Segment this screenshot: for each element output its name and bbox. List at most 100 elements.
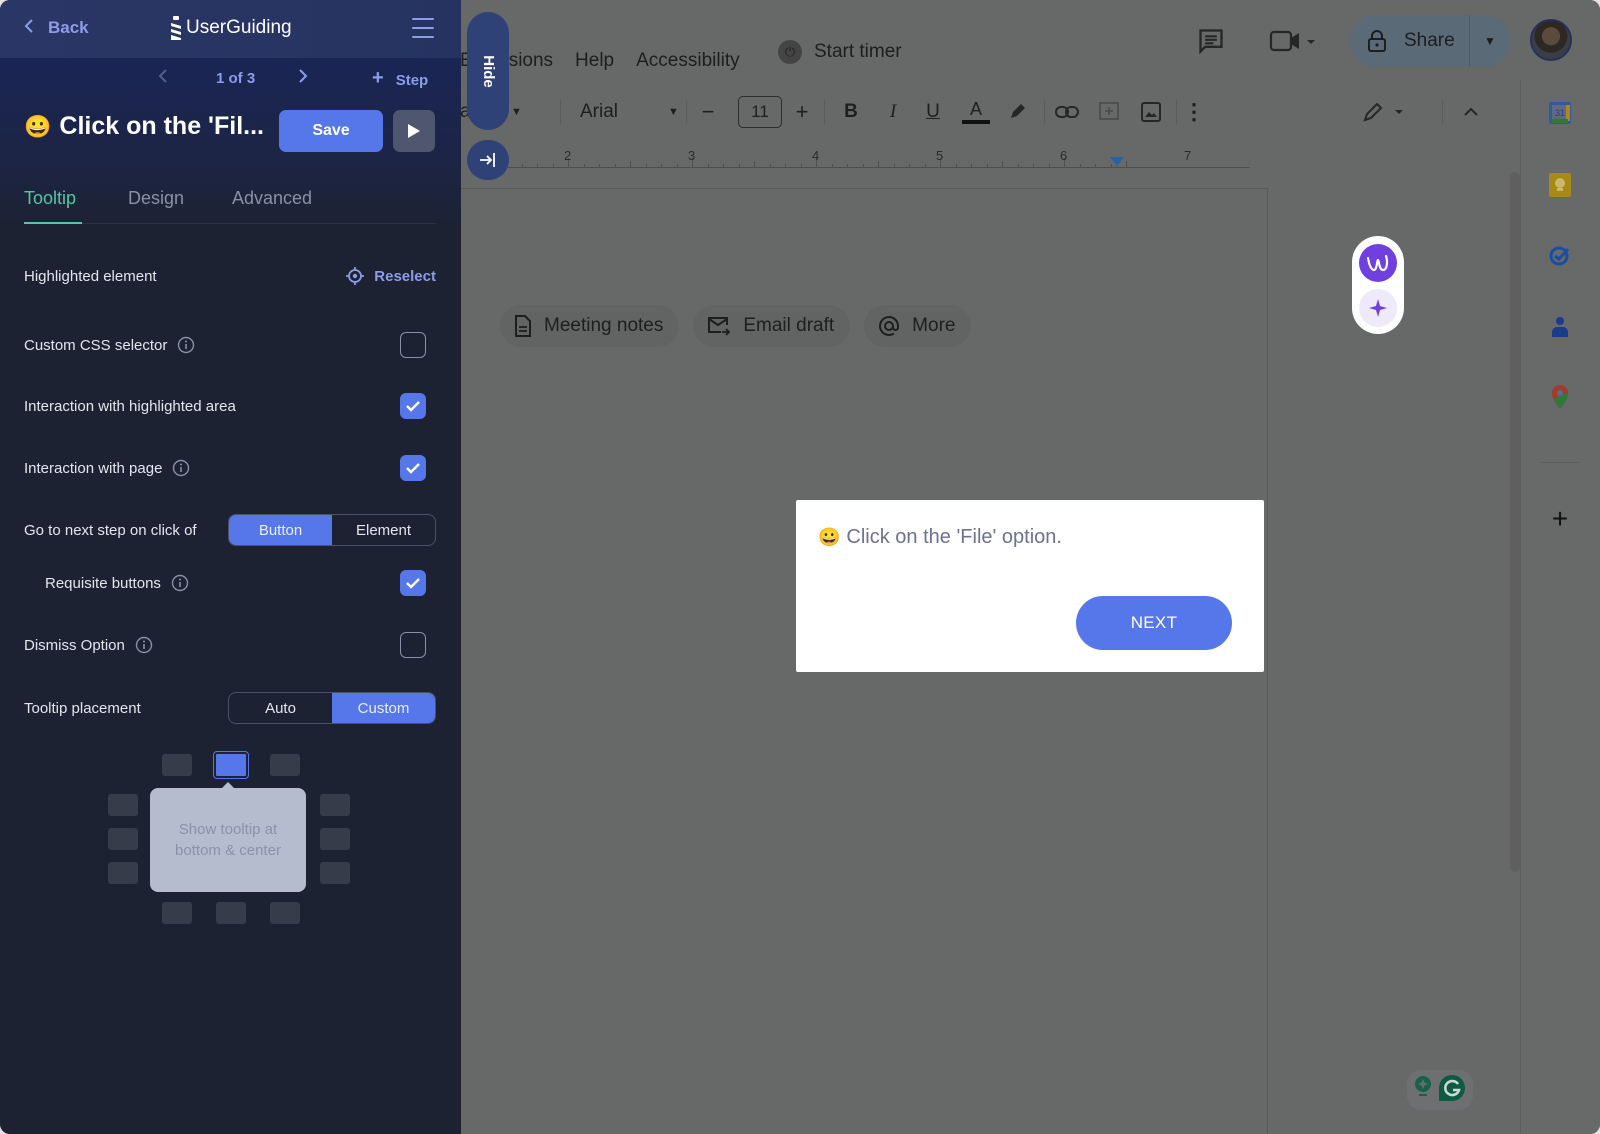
ruler-tick [754,161,755,168]
requisite-buttons-row: Requisite buttons [24,570,436,596]
app-window: E sions Help Accessibility ⏻ Start timer… [0,0,1600,1134]
option-custom[interactable]: Custom [332,693,435,723]
placement-top-left[interactable] [162,754,192,776]
info-icon[interactable] [177,336,195,354]
checkmark-icon [406,463,420,474]
grammarly-widget[interactable] [1407,1070,1473,1110]
insert-image-icon[interactable] [1136,92,1166,132]
next-step-icon[interactable] [298,68,308,88]
text-color-icon[interactable]: A [960,92,992,132]
placement-top-right[interactable] [270,754,300,776]
wordtune-logo-icon[interactable] [1359,243,1397,282]
dismiss-option-checkbox[interactable] [400,632,426,658]
next-step-trigger-toggle: Button Element [228,514,436,546]
highlight-pen-icon[interactable] [1002,92,1032,132]
preview-play-button[interactable] [393,110,435,152]
reselect-button[interactable]: Reselect [346,267,436,285]
underline-icon[interactable]: U [918,92,948,132]
smiley-emoji: 😀 [818,527,841,547]
placement-right-center[interactable] [320,828,350,850]
tab-advanced[interactable]: Advanced [232,188,312,209]
add-step-button[interactable]: + Step [372,67,428,90]
google-keep-icon[interactable] [1547,172,1573,198]
google-calendar-icon[interactable]: 31 [1547,100,1573,126]
link-icon[interactable] [1052,92,1082,132]
placement-right-top[interactable] [320,794,350,816]
user-avatar[interactable] [1530,19,1572,61]
menu-item-accessibility[interactable]: Accessibility [636,50,739,72]
ruler-tick [1048,164,1050,168]
ruler-tick [723,164,724,168]
hide-panel-tab[interactable]: Hide [467,12,509,130]
interaction-page-checkbox[interactable] [400,455,426,481]
placement-bottom-right[interactable] [270,902,300,924]
decrease-font-size-button[interactable]: − [696,92,720,132]
step-title[interactable]: 😀 Click on the 'Fil... [24,112,264,141]
italic-icon[interactable]: I [878,92,908,132]
share-dropdown-icon[interactable]: ▼ [1470,34,1510,48]
option-auto[interactable]: Auto [229,693,332,723]
share-button[interactable]: Share ▼ [1350,15,1510,67]
ruler-number: 6 [1060,148,1068,163]
chip-more[interactable]: More [864,305,972,347]
requisite-buttons-checkbox[interactable] [400,570,426,596]
collapse-panel-button[interactable] [467,140,509,180]
collapse-toolbar-icon[interactable] [1456,92,1486,132]
editing-mode-icon[interactable] [1360,92,1410,132]
google-tasks-icon[interactable] [1547,242,1573,268]
placement-bottom-center[interactable] [216,902,246,924]
add-addon-icon[interactable]: + [1547,503,1573,534]
tab-tooltip[interactable]: Tooltip [24,188,76,209]
placement-grid: Show tooltip at bottom & center [108,751,350,924]
google-contacts-icon[interactable] [1547,314,1573,340]
document-scrollbar[interactable] [1510,172,1520,872]
option-element[interactable]: Element [332,515,435,545]
right-indent-marker[interactable] [1110,157,1124,166]
placement-left-top[interactable] [108,794,138,816]
google-maps-icon[interactable] [1547,384,1573,410]
play-icon [408,124,420,138]
save-button[interactable]: Save [279,110,383,152]
ruler-tick [583,164,585,168]
placement-left-bottom[interactable] [108,862,138,884]
add-comment-icon[interactable] [1094,92,1124,132]
ruler-number: 7 [1184,148,1192,163]
placement-bottom-left[interactable] [162,902,192,924]
ruler-number: 5 [936,148,944,163]
sparkle-icon[interactable] [1359,288,1397,327]
font-size-input[interactable]: 11 [738,96,782,128]
info-icon[interactable] [172,459,190,477]
increase-font-size-button[interactable]: + [790,92,814,132]
ruler: 2 3 4 5 6 7 [500,148,1250,168]
tooltip-next-button[interactable]: NEXT [1076,596,1232,650]
start-timer-button[interactable]: ⏻ Start timer [778,40,902,64]
bold-icon[interactable]: B [836,92,866,132]
info-icon[interactable] [171,574,189,592]
comments-icon[interactable] [1196,26,1226,56]
ruler-tick [661,164,662,168]
placement-right-bottom[interactable] [320,862,350,884]
interaction-highlighted-checkbox[interactable] [400,393,426,419]
info-icon[interactable] [135,636,153,654]
ruler-tick [537,164,538,168]
placement-top-center[interactable] [213,751,249,779]
menu-icon[interactable] [412,18,434,38]
menu-item-help[interactable]: Help [575,50,614,72]
more-options-icon[interactable]: ⋮ [1182,92,1206,132]
ruler-tick [1126,161,1127,168]
option-button[interactable]: Button [229,515,332,545]
custom-css-selector-checkbox[interactable] [400,332,426,358]
chip-email-draft[interactable]: Email draft [693,305,851,347]
tooltip-placement-toggle: Auto Custom [228,692,436,724]
chip-meeting-notes[interactable]: Meeting notes [500,305,680,347]
placement-left-center[interactable] [108,828,138,850]
tab-design[interactable]: Design [128,188,184,209]
back-button[interactable]: Back [24,18,89,38]
menu-item-extensions-fragment-2[interactable]: sions [509,50,553,72]
previous-step-icon[interactable] [158,68,168,88]
ruler-tick [599,164,600,168]
email-icon [707,316,731,336]
custom-css-selector-row: Custom CSS selector [24,332,436,358]
font-select[interactable]: Arial ▼ [580,92,680,132]
meet-video-icon[interactable] [1268,26,1318,56]
